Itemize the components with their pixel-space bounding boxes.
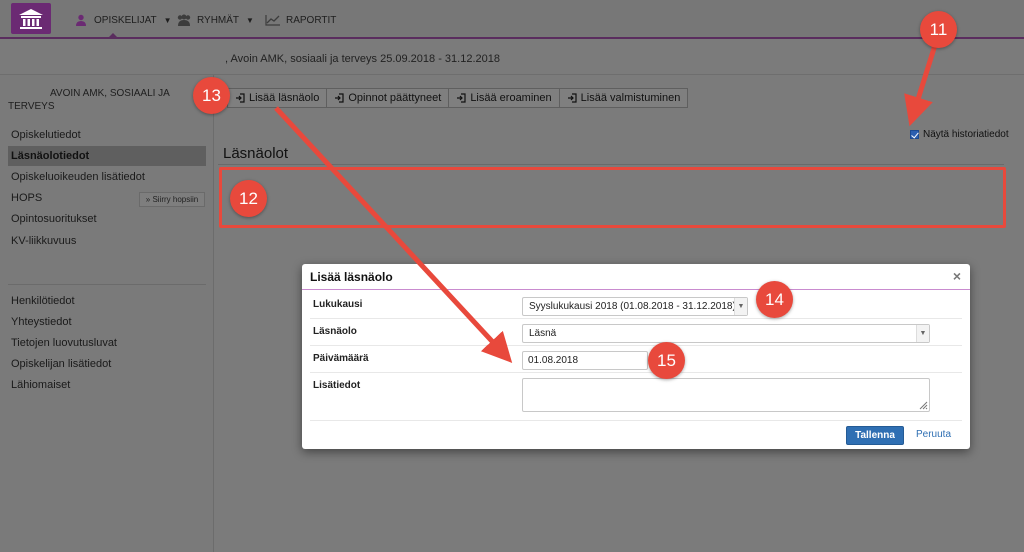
- annotation-badge-11: 11: [920, 11, 957, 48]
- person-icon: [76, 14, 86, 26]
- sidebar-title-line1: AVOIN AMK, SOSIAALI JA: [50, 88, 170, 99]
- nav-raportit-label: RAPORTIT: [286, 14, 337, 26]
- caret-down-icon: ▼: [246, 15, 254, 25]
- date-label: Päivämäärä: [313, 353, 369, 364]
- cancel-button[interactable]: Peruuta: [916, 429, 951, 440]
- annotation-badge-15: 15: [648, 342, 685, 379]
- chevron-down-icon: ▼: [734, 298, 747, 315]
- sign-in-icon: [457, 93, 466, 103]
- notes-label: Lisätiedot: [313, 380, 361, 391]
- form-row-notes: Lisätiedot: [310, 373, 962, 421]
- sign-in-icon: [567, 93, 577, 103]
- attendance-select[interactable]: Läsnä ▼: [522, 324, 930, 343]
- nav-opiskelijat[interactable]: OPISKELIJAT ▼: [73, 12, 172, 28]
- nav-ryhmat[interactable]: RYHMÄT ▼: [176, 12, 254, 28]
- attendance-list-highlight: [219, 167, 1006, 228]
- arrow-11: [904, 41, 939, 127]
- add-attendance-label: Lisää läsnäolo: [249, 92, 320, 104]
- sidebar-divider: [8, 284, 206, 285]
- form-row-semester: Lukukausi Syyslukukausi 2018 (01.08.2018…: [310, 292, 962, 319]
- nav-raportit[interactable]: RAPORTIT: [265, 12, 336, 28]
- sidebar-item-tietojen-luovutusluvat[interactable]: Tietojen luovutusluvat: [8, 333, 206, 353]
- sidebar-item-kv-liikkuvuus[interactable]: KV-liikkuvuus: [8, 231, 206, 251]
- add-resignation-button[interactable]: Lisää eroaminen: [448, 88, 560, 108]
- chevron-down-icon: ▼: [916, 325, 929, 342]
- date-input[interactable]: 01.08.2018: [522, 351, 648, 370]
- semester-select[interactable]: Syyslukukausi 2018 (01.08.2018 - 31.12.2…: [522, 297, 748, 316]
- nav-ryhmat-label: RYHMÄT: [197, 14, 240, 26]
- semester-label: Lukukausi: [313, 299, 363, 310]
- sign-in-icon: [335, 93, 344, 103]
- sidebar-item-opintosuoritukset[interactable]: Opintosuoritukset: [8, 209, 206, 229]
- institution-icon[interactable]: [11, 3, 51, 34]
- save-button[interactable]: Tallenna: [846, 426, 904, 445]
- action-toolbar: Lisää läsnäolo Opinnot päättyneet Lisää …: [227, 88, 689, 108]
- top-navbar: OPISKELIJAT ▼ RYHMÄT ▼ RAPORTIT: [0, 0, 1024, 39]
- add-graduation-button[interactable]: Lisää valmistuminen: [558, 88, 689, 108]
- sidebar-item-lahiomaiset[interactable]: Lähiomaiset: [8, 375, 206, 395]
- show-history-toggle[interactable]: Näytä historiatiedot: [910, 129, 1009, 140]
- sidebar-title-line2: TERVEYS: [8, 101, 55, 112]
- dialog-header: Lisää läsnäolo ×: [302, 264, 970, 290]
- sidebar-item-opiskeluoikeuden-lisatiedot[interactable]: Opiskeluoikeuden lisätiedot: [8, 167, 206, 187]
- annotation-badge-14: 14: [756, 281, 793, 318]
- sidebar-item-lasnaolotiedot[interactable]: Läsnäolotiedot: [8, 146, 206, 166]
- form-row-date: Päivämäärä 01.08.2018: [310, 346, 962, 373]
- show-history-label: Näytä historiatiedot: [923, 129, 1009, 140]
- show-history-checkbox[interactable]: [910, 130, 919, 139]
- form-row-attendance: Läsnäolo Läsnä ▼: [310, 319, 962, 346]
- semester-value: Syyslukukausi 2018 (01.08.2018 - 31.12.2…: [529, 301, 736, 312]
- resize-handle-icon[interactable]: [918, 400, 928, 410]
- sidebar-title: AVOIN AMK, SOSIAALI JA TERVEYS: [8, 87, 178, 113]
- close-icon[interactable]: ×: [953, 268, 961, 284]
- sign-in-icon: [236, 93, 245, 103]
- studies-ended-button[interactable]: Opinnot päättyneet: [326, 88, 450, 108]
- section-divider: [218, 164, 1004, 165]
- add-attendance-button[interactable]: Lisää läsnäolo: [227, 88, 328, 108]
- nav-opiskelijat-label: OPISKELIJAT: [94, 14, 157, 26]
- go-to-hops-button[interactable]: » Siirry hopsiin: [139, 192, 205, 207]
- sidebar: AVOIN AMK, SOSIAALI JA TERVEYS Opiskelut…: [0, 75, 214, 552]
- add-graduation-label: Lisää valmistuminen: [580, 92, 681, 104]
- student-context: , Avoin AMK, sosiaali ja terveys 25.09.2…: [225, 53, 500, 65]
- annotation-badge-12: 12: [230, 180, 267, 217]
- chart-line-icon: [265, 15, 280, 26]
- caret-down-icon: ▼: [163, 15, 172, 25]
- sidebar-item-yhteystiedot[interactable]: Yhteystiedot: [8, 312, 206, 332]
- sidebar-item-opiskelijan-lisatiedot[interactable]: Opiskelijan lisätiedot: [8, 354, 206, 374]
- sidebar-item-henkilotiedot[interactable]: Henkilötiedot: [8, 291, 206, 311]
- notes-textarea[interactable]: [522, 378, 930, 412]
- attendance-label: Läsnäolo: [313, 326, 357, 337]
- dialog-title: Lisää läsnäolo: [310, 270, 393, 284]
- annotation-badge-13: 13: [193, 77, 230, 114]
- add-attendance-dialog: Lisää läsnäolo × Lukukausi Syyslukukausi…: [302, 264, 970, 449]
- attendance-value: Läsnä: [529, 328, 557, 339]
- studies-ended-label: Opinnot päättyneet: [348, 92, 442, 104]
- active-nav-pointer: [107, 33, 119, 39]
- group-icon: [177, 14, 191, 26]
- sidebar-item-opiskelutiedot[interactable]: Opiskelutiedot: [8, 125, 206, 145]
- section-title: Läsnäolot: [223, 145, 289, 162]
- add-resignation-label: Lisää eroaminen: [470, 92, 552, 104]
